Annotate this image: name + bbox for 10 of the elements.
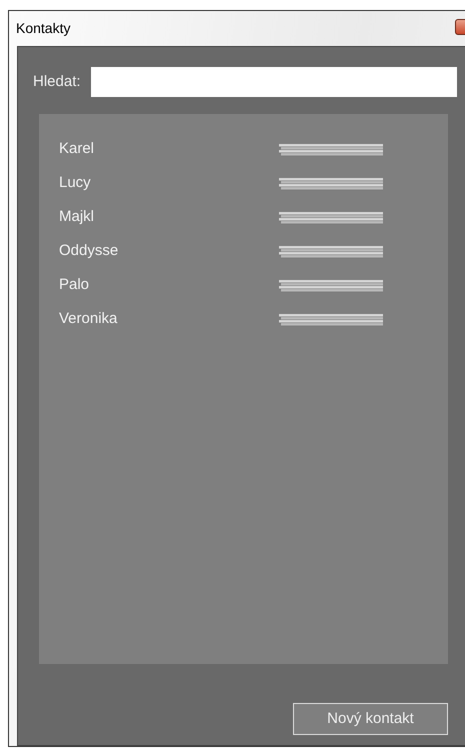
search-field[interactable] <box>90 67 457 97</box>
search-label: Hledat: <box>33 72 81 92</box>
contact-name[interactable]: Palo <box>59 274 279 296</box>
contact-name[interactable]: Oddysse <box>59 240 279 262</box>
contact-name[interactable]: Lucy <box>59 172 279 194</box>
contact-name[interactable]: Veronika <box>59 308 279 330</box>
new-contact-button[interactable]: Nový kontakt <box>293 703 448 735</box>
window-title: Kontakty <box>16 18 70 38</box>
contact-name[interactable]: Karel <box>59 138 279 160</box>
contact-name[interactable]: Majkl <box>59 206 279 228</box>
